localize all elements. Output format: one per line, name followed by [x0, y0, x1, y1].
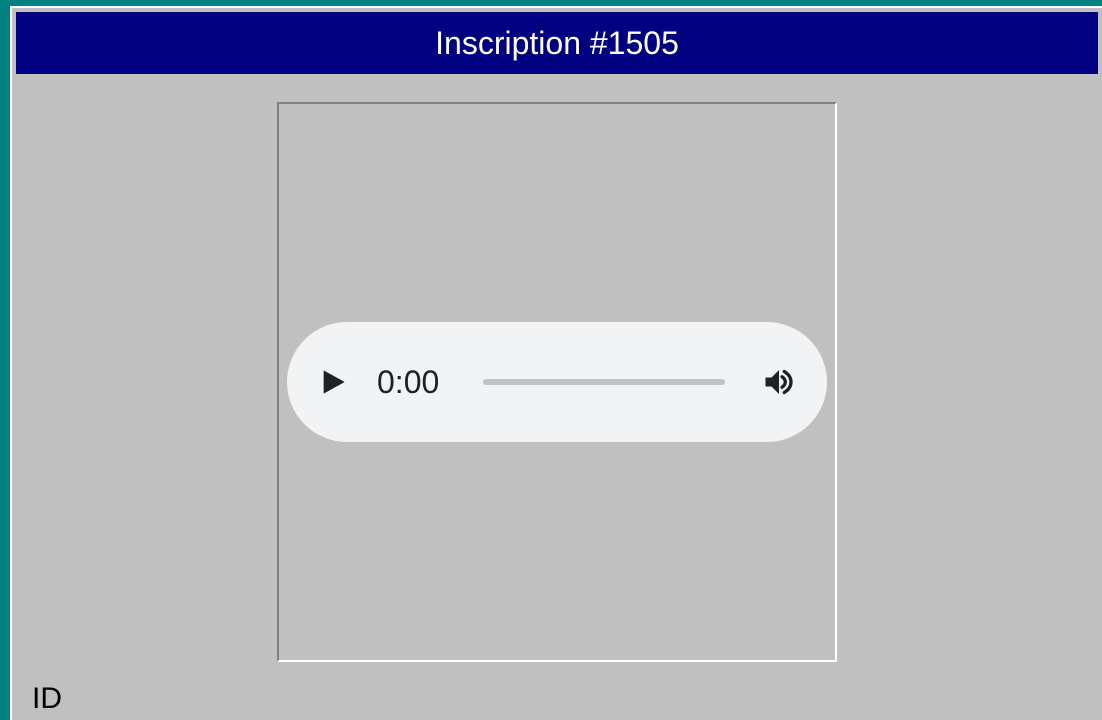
window: Inscription #1505 0:00 — [10, 6, 1102, 720]
progress-slider[interactable] — [483, 379, 725, 385]
audio-player: 0:00 — [287, 322, 827, 442]
content-area: 0:00 — [12, 78, 1102, 662]
play-button[interactable] — [317, 366, 349, 398]
current-time: 0:00 — [377, 364, 447, 401]
title-bar: Inscription #1505 — [16, 12, 1098, 74]
media-frame: 0:00 — [277, 102, 837, 662]
volume-button[interactable] — [761, 364, 797, 400]
volume-icon — [761, 364, 797, 400]
id-label: ID — [32, 682, 62, 716]
window-title: Inscription #1505 — [435, 25, 679, 62]
play-icon — [319, 366, 347, 398]
